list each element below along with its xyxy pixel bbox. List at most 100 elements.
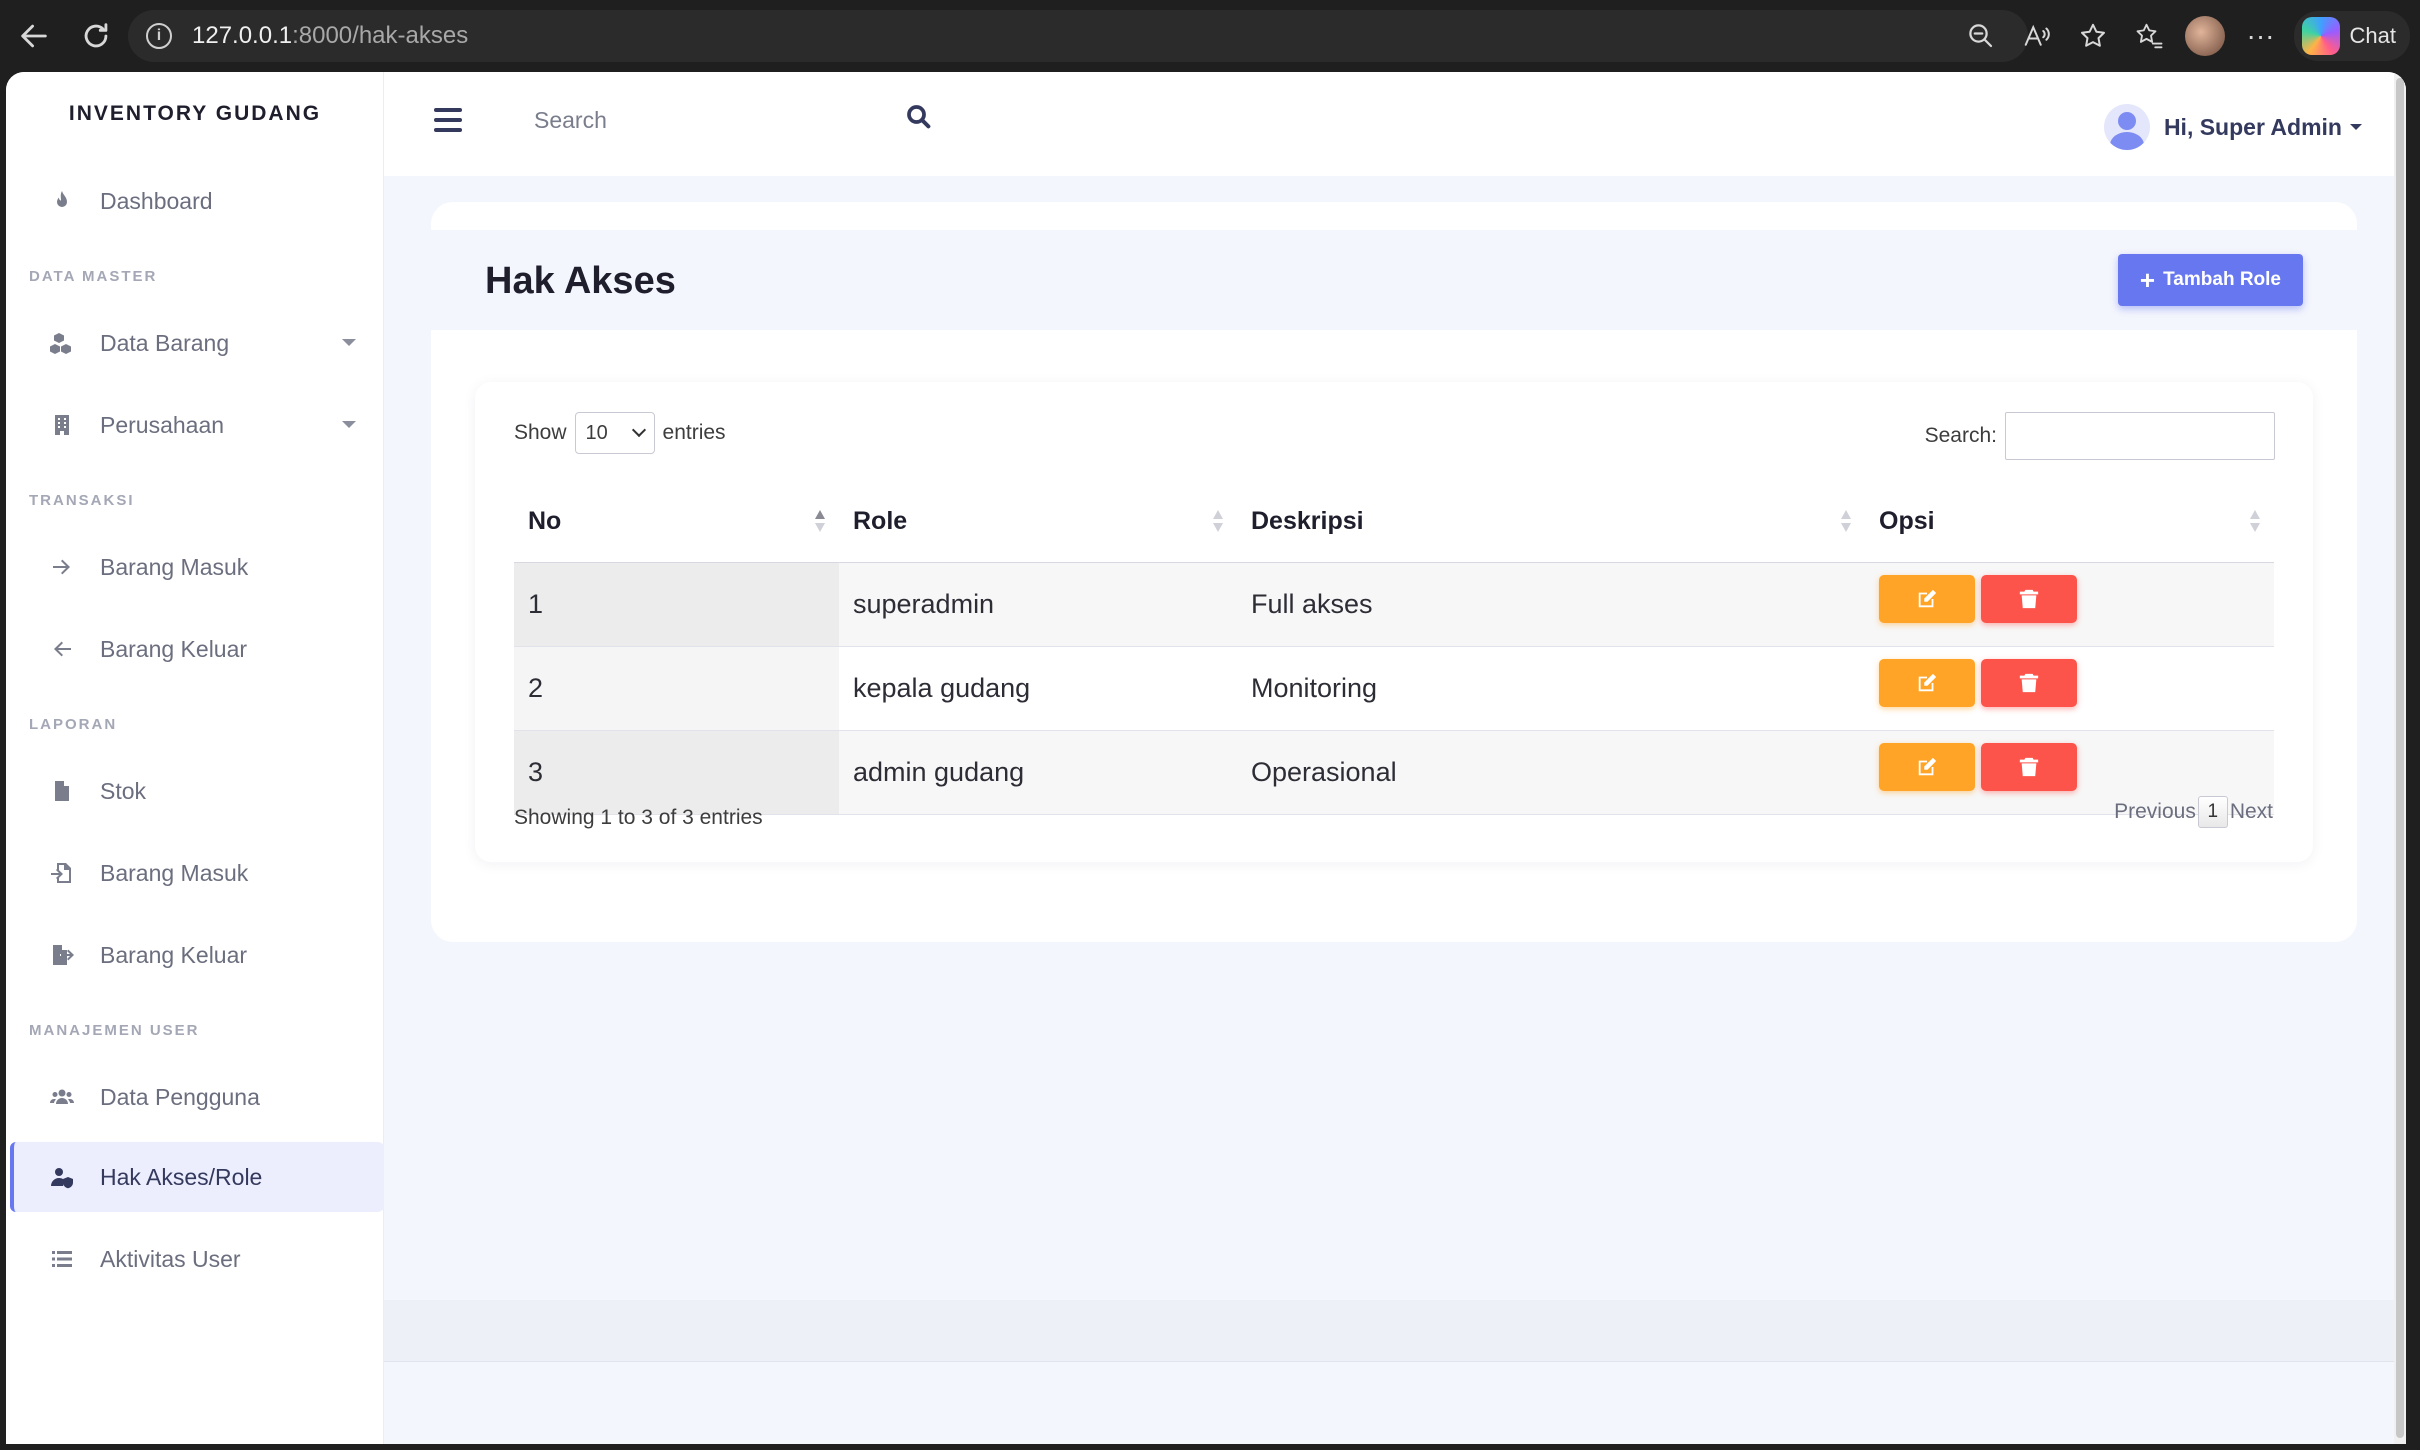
delete-button[interactable]	[1981, 574, 2077, 623]
menu-header-manajemen: MANAJEMEN USER	[29, 1022, 200, 1039]
table-row: 3 admin gudang Operasional	[514, 730, 2274, 815]
zoom-icon[interactable]	[1958, 13, 2004, 59]
hamburger-menu-icon[interactable]	[434, 108, 462, 132]
page-button-current[interactable]: 1	[2197, 796, 2228, 828]
arrow-left-icon	[42, 629, 82, 669]
sidebar-item-laporan-barang-keluar[interactable]: Barang Keluar	[28, 920, 378, 990]
chevron-down-icon	[342, 421, 356, 428]
app-window: INVENTORY GUDANG Dashboard DATA MASTER D…	[6, 72, 2406, 1444]
menu-header-master: DATA MASTER	[29, 268, 158, 285]
table-row: 2 kepala gudang Monitoring	[514, 646, 2274, 731]
next-button[interactable]: Next	[2230, 800, 2273, 824]
sidebar-item-laporan-barang-masuk[interactable]: Barang Masuk	[28, 838, 378, 908]
arrow-left-icon	[21, 24, 47, 48]
sort-icon	[2250, 510, 2260, 534]
table-search-input[interactable]	[2005, 412, 2275, 460]
edit-button[interactable]	[1879, 658, 1975, 707]
sidebar-item-data-pengguna[interactable]: Data Pengguna	[28, 1062, 378, 1132]
table-filter: Search:	[1925, 412, 2275, 460]
sidebar-item-perusahaan[interactable]: Perusahaan	[28, 390, 378, 460]
page-length-select[interactable]: 10	[574, 412, 655, 454]
table-header-row: No Role Deskripsi Opsi	[514, 482, 2274, 563]
cell-no: 3	[514, 730, 839, 815]
scrollbar-thumb[interactable]	[2396, 78, 2404, 1438]
cell-deskripsi: Operasional	[1237, 730, 1865, 815]
sidebar-item-dashboard[interactable]: Dashboard	[28, 166, 378, 236]
browser-toolbar: i 127.0.0.1:8000/hak-akses ··· Chat	[0, 0, 2420, 72]
previous-button[interactable]: Previous	[2114, 800, 2196, 824]
sort-icon	[1213, 510, 1223, 534]
sidebar-item-barang-masuk[interactable]: Barang Masuk	[28, 532, 378, 602]
chat-button[interactable]: Chat	[2293, 11, 2410, 61]
cubes-icon	[42, 323, 82, 363]
delete-button[interactable]	[1981, 742, 2077, 791]
column-header-no[interactable]: No	[514, 482, 839, 563]
user-dropdown[interactable]: Hi, Super Admin	[2103, 104, 2362, 150]
chat-label: Chat	[2349, 23, 2396, 48]
sidebar-item-hak-akses[interactable]: Hak Akses/Role	[10, 1142, 384, 1212]
table-row: 1 superadmin Full akses	[514, 562, 2274, 647]
pagination: Previous 1 Next	[2114, 796, 2273, 828]
delete-button[interactable]	[1981, 658, 2077, 707]
edit-button[interactable]	[1879, 742, 1975, 791]
cell-role: kepala gudang	[839, 646, 1237, 731]
read-aloud-icon[interactable]	[2014, 13, 2060, 59]
menu-header-laporan: LAPORAN	[29, 716, 118, 733]
cell-deskripsi: Full akses	[1237, 562, 1865, 647]
chevron-down-icon	[631, 422, 646, 438]
cell-no: 1	[514, 562, 839, 647]
user-shield-icon	[42, 1157, 82, 1197]
reload-icon	[84, 23, 108, 48]
favorite-star-icon[interactable]	[2070, 13, 2116, 59]
edit-icon	[1918, 673, 1937, 691]
menu-header-transaksi: TRANSAKSI	[29, 492, 135, 509]
file-export-icon	[42, 935, 82, 975]
cell-opsi	[1865, 646, 2274, 731]
file-import-icon	[42, 853, 82, 893]
footer	[384, 1300, 2406, 1362]
list-icon	[42, 1239, 82, 1279]
search-icon[interactable]	[904, 102, 934, 132]
chevron-down-icon	[342, 339, 356, 346]
favorites-list-icon[interactable]	[2126, 13, 2172, 59]
caret-down-icon	[2350, 124, 2362, 130]
profile-avatar[interactable]	[2182, 13, 2228, 59]
sidebar-item-data-barang[interactable]: Data Barang	[28, 308, 378, 378]
cell-no: 2	[514, 646, 839, 731]
site-info-icon[interactable]: i	[146, 23, 172, 49]
add-role-button[interactable]: + Tambah Role	[2117, 254, 2303, 306]
edit-icon	[1918, 757, 1937, 775]
cell-deskripsi: Monitoring	[1237, 646, 1865, 731]
copilot-icon	[2301, 17, 2340, 55]
main-section: Hak Akses + Tambah Role Show 10 entries …	[431, 202, 2357, 942]
brand-title[interactable]: INVENTORY GUDANG	[6, 102, 384, 126]
users-icon	[42, 1077, 82, 1117]
reload-button[interactable]	[68, 8, 124, 64]
table-card: Show 10 entries Search: No Role Deskrips…	[475, 382, 2313, 862]
sidebar-item-aktivitas-user[interactable]: Aktivitas User	[28, 1224, 378, 1294]
column-header-role[interactable]: Role	[839, 482, 1237, 563]
arrow-right-icon	[42, 547, 82, 587]
cell-role: admin gudang	[839, 730, 1237, 815]
address-bar[interactable]: i 127.0.0.1:8000/hak-akses	[128, 10, 2028, 62]
more-options-icon[interactable]: ···	[2238, 13, 2284, 59]
column-header-opsi[interactable]: Opsi	[1865, 482, 2274, 563]
table-info: Showing 1 to 3 of 3 entries	[514, 806, 763, 829]
file-icon	[42, 771, 82, 811]
edit-button[interactable]	[1879, 574, 1975, 623]
edit-icon	[1918, 589, 1937, 607]
sidebar-item-barang-keluar[interactable]: Barang Keluar	[28, 614, 378, 684]
sidebar-item-stok[interactable]: Stok	[28, 756, 378, 826]
top-search-input[interactable]	[534, 98, 914, 142]
back-button[interactable]	[6, 8, 62, 64]
address-url: 127.0.0.1:8000/hak-akses	[192, 22, 469, 49]
user-greeting: Hi, Super Admin	[2163, 113, 2342, 140]
section-header: Hak Akses + Tambah Role	[431, 230, 2357, 330]
page-scrollbar[interactable]	[2394, 72, 2406, 1444]
topbar: Hi, Super Admin	[384, 72, 2406, 176]
cell-role: superadmin	[839, 562, 1237, 647]
sort-asc-icon	[815, 510, 825, 534]
plus-icon: +	[2139, 265, 2156, 295]
page-title: Hak Akses	[485, 260, 676, 302]
column-header-deskripsi[interactable]: Deskripsi	[1237, 482, 1865, 563]
